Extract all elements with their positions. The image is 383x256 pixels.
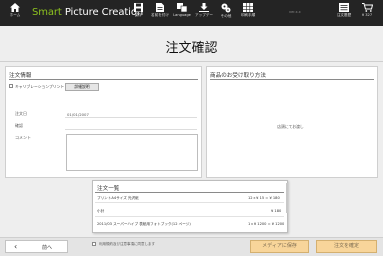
download-icon <box>199 3 209 12</box>
print-help-button[interactable]: 印刷手順 <box>237 2 259 24</box>
save-button[interactable]: 保存 <box>127 2 149 24</box>
agree-checkbox[interactable] <box>92 242 96 246</box>
order-list-title: 注文一覧 <box>97 186 120 192</box>
update-button[interactable]: アップデー <box>193 2 215 24</box>
language-button[interactable]: Language <box>171 2 193 24</box>
order-subtotal-label: 小計 <box>97 209 105 213</box>
back-label: 前へ <box>42 245 53 251</box>
save-to-media-button[interactable]: メディアに保存 <box>250 240 309 253</box>
order-info-title: 注文情報 <box>9 73 32 79</box>
top-toolbar: ホーム Smart Picture Creation 保存 名前を付け Lang… <box>0 0 383 26</box>
order-item-name: 2011/03 スーパーハイブ 表紙用フォトブック(12 ページ) <box>97 222 191 226</box>
order-list-icon <box>339 3 349 12</box>
cart-button[interactable]: ¥ 327 <box>356 2 378 24</box>
version-text: ver.x.x <box>289 10 301 14</box>
grid-icon <box>243 3 253 12</box>
save-label: 保存 <box>134 13 142 17</box>
cart-total: ¥ 327 <box>361 13 373 17</box>
cart-icon <box>361 3 373 12</box>
row-divider <box>95 216 284 217</box>
pickup-title: 商品のお受け取り方法 <box>210 73 266 79</box>
phone-label: 確認 <box>15 123 23 128</box>
confirm-order-button[interactable]: 注文を確定 <box>316 240 377 253</box>
update-label: アップデー <box>195 13 213 17</box>
other-button[interactable]: その他 <box>215 2 237 24</box>
language-icon <box>177 3 187 12</box>
language-label: Language <box>173 13 191 17</box>
gears-icon <box>221 3 231 13</box>
order-history-button[interactable]: 注文履歴 <box>333 2 355 24</box>
order-list-scrollbar[interactable] <box>286 183 288 213</box>
save-as-button[interactable]: 名前を付け <box>149 2 171 24</box>
panel-divider <box>210 79 374 80</box>
pickup-method-text: 店頭にてお渡し <box>277 124 304 129</box>
back-button[interactable]: ‹ 前へ <box>5 240 68 253</box>
order-date-value: 01/01/2007 <box>67 111 89 117</box>
row-divider <box>95 202 284 203</box>
order-item-detail: 1ｘ¥ 1200 = ¥ 1200 <box>248 222 285 226</box>
chevron-left-icon: ‹ <box>14 242 18 251</box>
save-as-label: 名前を付け <box>151 13 169 17</box>
order-history-label: 注文履歴 <box>336 13 352 17</box>
document-icon <box>156 3 164 12</box>
order-item-name: プリントA4サイズ 光沢紙 <box>97 196 139 200</box>
other-label: その他 <box>220 14 232 18</box>
title-divider <box>0 61 383 62</box>
agree-label: 利用規約及び注意事項に同意します <box>99 241 155 246</box>
calibration-print-checkbox[interactable] <box>9 84 13 88</box>
home-label: ホーム <box>9 13 21 17</box>
order-item-detail: 12ｘ¥ 15 = ¥ 180 <box>248 196 280 200</box>
order-date-field[interactable] <box>65 117 197 118</box>
comment-textarea[interactable] <box>66 134 198 171</box>
order-date-label: 注文日 <box>15 111 27 116</box>
home-button[interactable]: ホーム <box>5 2 25 24</box>
print-help-label: 印刷手順 <box>240 13 256 17</box>
floppy-disk-icon <box>133 3 143 12</box>
order-subtotal-value: ¥ 180 <box>271 209 282 213</box>
phone-field[interactable] <box>65 129 197 130</box>
order-list-divider <box>95 192 284 193</box>
page-title: 注文確認 <box>165 41 218 56</box>
panel-divider <box>9 79 198 80</box>
home-icon <box>10 3 20 12</box>
calibration-print-label: キャリブレーションプリント <box>15 83 65 89</box>
pickup-panel: 商品のお受け取り方法 <box>206 66 378 178</box>
comment-label: コメント <box>15 135 31 140</box>
detail-button[interactable]: 詳細説明 <box>65 83 99 91</box>
